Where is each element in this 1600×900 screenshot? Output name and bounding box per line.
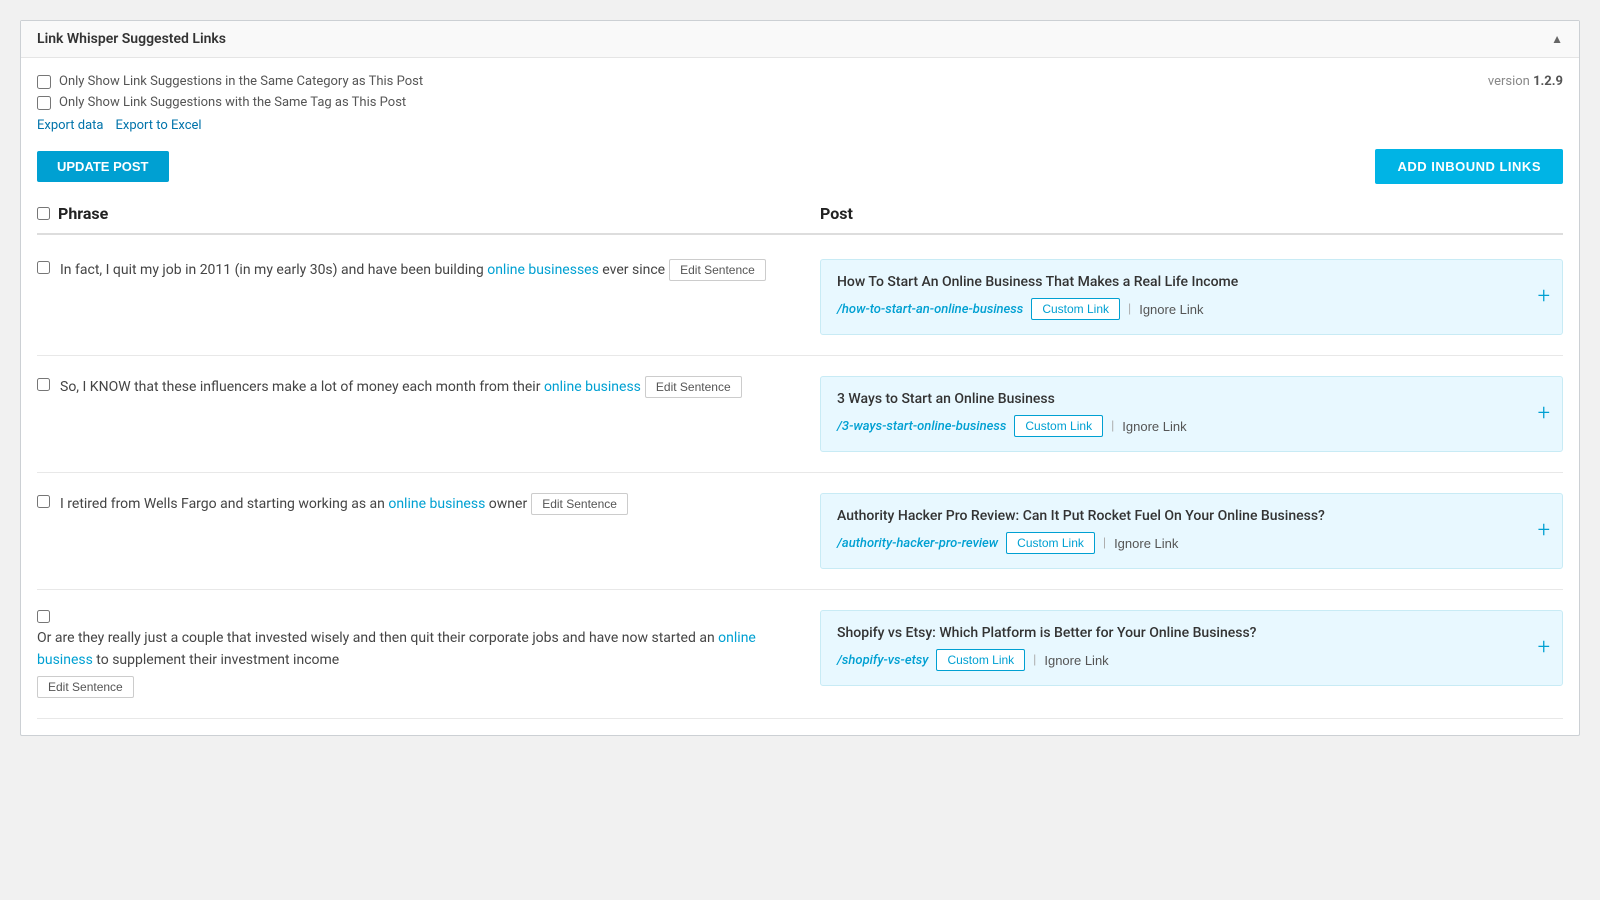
add-inbound-links-button[interactable]: ADD INBOUND LINKS — [1375, 149, 1563, 184]
post-card-1: How To Start An Online Business That Mak… — [820, 259, 1563, 335]
panel-title: Link Whisper Suggested Links — [37, 31, 226, 47]
phrase-link-3: online business — [388, 496, 485, 512]
table-row: I retired from Wells Fargo and starting … — [37, 473, 1563, 590]
table-row: In fact, I quit my job in 2011 (in my ea… — [37, 239, 1563, 356]
row-checkbox-3[interactable] — [37, 495, 50, 508]
post-title-3: Authority Hacker Pro Review: Can It Put … — [837, 508, 1546, 524]
phrase-col-2: So, I KNOW that these influencers make a… — [37, 376, 800, 398]
collapse-icon[interactable]: ▲ — [1551, 32, 1563, 46]
edit-sentence-button-2[interactable]: Edit Sentence — [645, 376, 742, 398]
edit-sentence-button-3[interactable]: Edit Sentence — [531, 493, 628, 515]
select-all-checkbox[interactable] — [37, 207, 50, 220]
phrase-col-1: In fact, I quit my job in 2011 (in my ea… — [37, 259, 800, 281]
ignore-link-button-4[interactable]: Ignore Link — [1044, 653, 1108, 668]
export-data-link[interactable]: Export data — [37, 118, 103, 133]
expand-button-2[interactable]: + — [1538, 403, 1550, 425]
expand-button-3[interactable]: + — [1538, 520, 1550, 542]
row-checkbox-1[interactable] — [37, 261, 50, 274]
separator-3: | — [1103, 536, 1106, 551]
custom-link-button-3[interactable]: Custom Link — [1006, 532, 1095, 554]
version-number: 1.2.9 — [1533, 74, 1563, 89]
post-url-3: /authority-hacker-pro-review — [837, 536, 998, 551]
ignore-link-button-1[interactable]: Ignore Link — [1139, 302, 1203, 317]
phrase-column-header: Phrase — [37, 204, 800, 223]
post-column-header: Post — [800, 204, 1563, 223]
phrase-link-4: online business — [37, 630, 756, 668]
version-label: version — [1488, 74, 1530, 89]
same-category-checkbox[interactable] — [37, 75, 51, 89]
post-url-2: /3-ways-start-online-business — [837, 419, 1006, 434]
same-tag-label: Only Show Link Suggestions with the Same… — [59, 95, 406, 110]
same-category-label: Only Show Link Suggestions in the Same C… — [59, 74, 423, 89]
post-col-3: Authority Hacker Pro Review: Can It Put … — [800, 493, 1563, 569]
post-title-1: How To Start An Online Business That Mak… — [837, 274, 1546, 290]
ignore-link-button-3[interactable]: Ignore Link — [1114, 536, 1178, 551]
separator-1: | — [1128, 302, 1131, 317]
row-checkbox-4[interactable] — [37, 610, 50, 623]
post-card-2: 3 Ways to Start an Online Business/3-way… — [820, 376, 1563, 452]
same-tag-checkbox[interactable] — [37, 96, 51, 110]
post-col-2: 3 Ways to Start an Online Business/3-way… — [800, 376, 1563, 452]
post-title-2: 3 Ways to Start an Online Business — [837, 391, 1546, 407]
post-url-1: /how-to-start-an-online-business — [837, 302, 1023, 317]
ignore-link-button-2[interactable]: Ignore Link — [1122, 419, 1186, 434]
table-row: Or are they really just a couple that in… — [37, 590, 1563, 719]
custom-link-button-2[interactable]: Custom Link — [1014, 415, 1103, 437]
post-col-4: Shopify vs Etsy: Which Platform is Bette… — [800, 610, 1563, 686]
separator-2: | — [1111, 419, 1114, 434]
custom-link-button-4[interactable]: Custom Link — [936, 649, 1025, 671]
post-card-3: Authority Hacker Pro Review: Can It Put … — [820, 493, 1563, 569]
separator-4: | — [1033, 653, 1036, 668]
custom-link-button-1[interactable]: Custom Link — [1031, 298, 1120, 320]
edit-sentence-button-1[interactable]: Edit Sentence — [669, 259, 766, 281]
post-card-4: Shopify vs Etsy: Which Platform is Bette… — [820, 610, 1563, 686]
post-col-1: How To Start An Online Business That Mak… — [800, 259, 1563, 335]
table-row: So, I KNOW that these influencers make a… — [37, 356, 1563, 473]
post-url-4: /shopify-vs-etsy — [837, 653, 928, 668]
edit-sentence-button-4[interactable]: Edit Sentence — [37, 676, 134, 698]
phrase-col-4: Or are they really just a couple that in… — [37, 610, 800, 698]
post-title-4: Shopify vs Etsy: Which Platform is Bette… — [837, 625, 1546, 641]
suggestions-container: In fact, I quit my job in 2011 (in my ea… — [37, 239, 1563, 719]
update-post-button[interactable]: UPDATE POST — [37, 151, 169, 182]
phrase-link-2: online business — [544, 379, 641, 395]
phrase-link-1: online businesses — [487, 262, 599, 278]
expand-button-4[interactable]: + — [1538, 637, 1550, 659]
expand-button-1[interactable]: + — [1538, 286, 1550, 308]
phrase-col-3: I retired from Wells Fargo and starting … — [37, 493, 800, 515]
version-display: version 1.2.9 — [1488, 74, 1563, 89]
row-checkbox-2[interactable] — [37, 378, 50, 391]
export-excel-link[interactable]: Export to Excel — [115, 118, 201, 133]
